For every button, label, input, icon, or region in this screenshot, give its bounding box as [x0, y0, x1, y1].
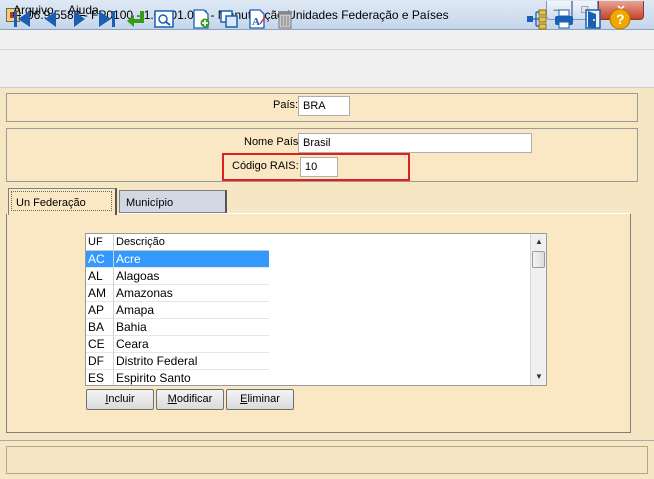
delete-icon[interactable] — [273, 7, 297, 31]
tab-municipio[interactable]: Município — [119, 190, 227, 213]
modificar-mnemonic: M — [167, 393, 177, 405]
table-row[interactable]: BA Bahia — [86, 319, 269, 336]
toolbar — [0, 50, 654, 88]
table-row[interactable]: AM Amazonas — [86, 285, 269, 302]
cell-uf: AP — [88, 303, 105, 317]
cell-descricao: Ceara — [116, 337, 149, 351]
table-row[interactable]: ES Espirito Santo — [86, 370, 269, 385]
svg-text:A: A — [252, 16, 260, 28]
cell-uf: BA — [88, 320, 105, 334]
search-icon[interactable] — [152, 7, 176, 31]
pais-label: País: — [273, 99, 299, 111]
cell-uf: CE — [88, 337, 105, 351]
table-row[interactable]: CE Ceara — [86, 336, 269, 353]
tab-focus-ring — [11, 191, 112, 211]
print-icon[interactable] — [552, 7, 576, 31]
status-panel — [6, 446, 648, 474]
cell-descricao: Acre — [116, 252, 141, 266]
cell-descricao: Espirito Santo — [116, 371, 191, 385]
edit-text-icon[interactable]: A — [245, 7, 269, 31]
previous-record-icon[interactable] — [39, 7, 63, 31]
go-to-icon[interactable] — [124, 7, 148, 31]
cell-uf: DF — [88, 354, 104, 368]
cell-uf: ES — [88, 371, 105, 385]
pais-field[interactable]: BRA — [298, 96, 350, 116]
cell-descricao: Bahia — [116, 320, 147, 334]
column-header-uf[interactable]: UF — [88, 236, 103, 248]
new-record-icon[interactable] — [189, 7, 213, 31]
scroll-up-arrow-icon[interactable]: ▲ — [531, 234, 546, 250]
tab-municipio-label: Município — [126, 197, 174, 209]
uf-grid[interactable]: UF Descrição AC Acre AL Alagoas AM Amazonas… — [85, 233, 547, 386]
exit-icon[interactable] — [581, 7, 605, 31]
table-row[interactable]: AP Amapa — [86, 302, 269, 319]
menu-bar — [0, 30, 654, 50]
modificar-button[interactable]: Modificar — [156, 389, 224, 410]
cell-uf: AC — [88, 252, 105, 266]
grid-header: UF Descrição — [86, 234, 269, 251]
eliminar-button[interactable]: Eliminar — [226, 389, 294, 410]
table-row[interactable]: DF Distrito Federal — [86, 353, 269, 370]
incluir-label: ncluir — [108, 393, 135, 405]
vertical-scrollbar[interactable]: ▲ ▼ — [530, 234, 546, 385]
cell-descricao: Amapa — [116, 303, 155, 317]
codigo-rais-field[interactable]: 10 — [300, 157, 338, 177]
cell-descricao: Alagoas — [116, 269, 160, 283]
help-icon[interactable]: ? — [608, 7, 632, 31]
next-record-icon[interactable] — [67, 7, 91, 31]
first-record-icon[interactable] — [10, 7, 34, 31]
scroll-down-arrow-icon[interactable]: ▼ — [531, 369, 546, 385]
codigo-rais-label: Código RAIS: — [232, 160, 299, 172]
copy-record-icon[interactable] — [217, 7, 241, 31]
cell-uf: AM — [88, 286, 106, 300]
last-record-icon[interactable] — [95, 7, 119, 31]
cell-uf: AL — [88, 269, 103, 283]
table-row[interactable]: AL Alagoas — [86, 268, 269, 285]
eliminar-label: liminar — [247, 393, 280, 405]
modificar-label: odificar — [176, 393, 213, 405]
table-row[interactable]: AC Acre — [86, 251, 269, 268]
cell-descricao: Distrito Federal — [116, 354, 198, 368]
nome-pais-field[interactable]: Brasil — [298, 133, 532, 153]
tree-icon[interactable] — [524, 7, 548, 31]
svg-text:?: ? — [616, 11, 625, 27]
nome-pais-label: Nome País: — [244, 136, 302, 148]
column-header-descricao[interactable]: Descrição — [116, 236, 165, 248]
cell-descricao: Amazonas — [116, 286, 173, 300]
scroll-thumb[interactable] — [532, 251, 545, 268]
incluir-button[interactable]: Incluir — [86, 389, 154, 410]
